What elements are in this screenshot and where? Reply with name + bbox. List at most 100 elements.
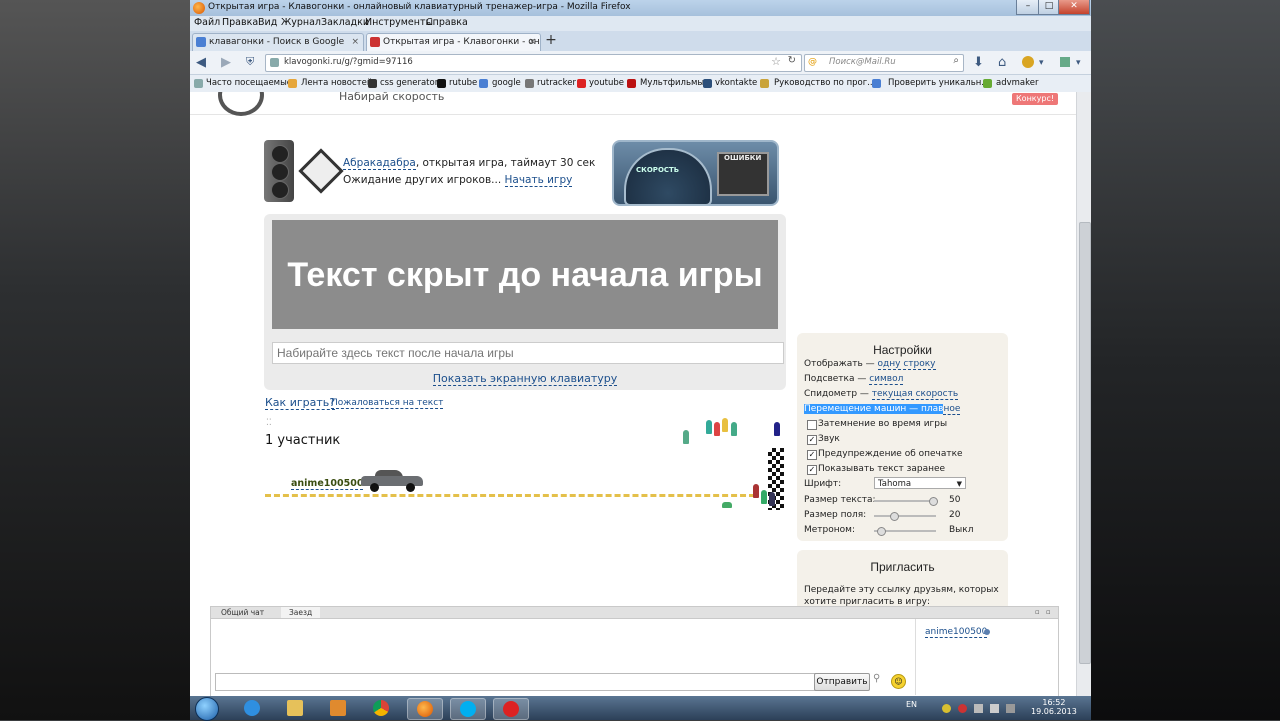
- metronome-slider[interactable]: [874, 527, 936, 536]
- how-to-play-link[interactable]: Как играть?: [265, 396, 336, 410]
- bookmark-news-feed[interactable]: Лента новостей: [301, 78, 372, 88]
- typo-warning-checkbox[interactable]: ✓: [807, 450, 817, 460]
- tab-klavogonki[interactable]: Открытая игра - Клавогонки - онла... ×: [366, 33, 541, 51]
- slider-knob[interactable]: [889, 512, 899, 521]
- text-size-slider[interactable]: [874, 497, 938, 506]
- tab-google-search[interactable]: клавагонки - Поиск в Google ×: [192, 33, 364, 51]
- recorder-taskbar-icon[interactable]: [493, 698, 529, 720]
- site-slogan: Набирай скорость: [339, 92, 445, 103]
- bookmark-rutube[interactable]: rutube: [449, 78, 477, 88]
- bookmark-youtube[interactable]: youtube: [589, 78, 624, 88]
- addon-menu-icon[interactable]: ▾: [1039, 58, 1044, 68]
- close-window-button[interactable]: ✕: [1058, 0, 1090, 15]
- player-name-link[interactable]: anime100500: [291, 478, 364, 490]
- bookmark-advmaker[interactable]: advmaker: [996, 78, 1038, 88]
- menu-history[interactable]: Журнал: [281, 17, 321, 28]
- tray-flag-icon[interactable]: [1006, 704, 1015, 713]
- page-scrollbar[interactable]: [1076, 92, 1091, 696]
- search-icon[interactable]: ⌕: [953, 55, 959, 66]
- language-indicator[interactable]: EN: [906, 700, 917, 709]
- site-logo-icon[interactable]: [218, 92, 264, 116]
- bookmark-most-visited[interactable]: Часто посещаемые: [206, 78, 292, 88]
- skype-taskbar-icon[interactable]: [450, 698, 486, 720]
- chat-minimize-icon[interactable]: ▫: [1035, 608, 1040, 616]
- bookmark-vkontakte[interactable]: vkontakte: [715, 78, 757, 88]
- game-type-link[interactable]: Абракадабра: [343, 157, 416, 170]
- show-keyboard-link[interactable]: Показать экранную клавиатуру: [432, 372, 618, 386]
- minimize-button[interactable]: –: [1016, 0, 1040, 15]
- maximize-button[interactable]: □: [1038, 0, 1060, 15]
- speedometer-mode-link[interactable]: текущая скорость: [871, 389, 959, 400]
- addon-gear-icon[interactable]: [1022, 56, 1034, 68]
- tray-recorder-icon[interactable]: [958, 704, 967, 713]
- smiley-icon[interactable]: ☺: [891, 674, 906, 689]
- complain-text-link[interactable]: Пожаловаться на текст: [331, 398, 444, 409]
- chat-close-icon[interactable]: ▫: [1046, 608, 1051, 616]
- field-size-slider[interactable]: [874, 512, 936, 521]
- chat-input[interactable]: [215, 673, 817, 691]
- slider-knob[interactable]: [928, 497, 938, 506]
- bookmark-cartoons[interactable]: Мультфильмы: [640, 78, 704, 88]
- chat-user-link[interactable]: anime100500: [925, 627, 988, 638]
- download-icon[interactable]: ⬇: [973, 55, 984, 70]
- bookmark-programming-guide[interactable]: Руководство по прог...: [774, 78, 875, 88]
- menu-bookmarks[interactable]: Закладки: [321, 17, 369, 28]
- show-text-checkbox[interactable]: ✓: [807, 465, 817, 475]
- send-button[interactable]: Отправить: [814, 673, 870, 691]
- tray-app-icon[interactable]: [942, 704, 951, 713]
- menu-tools[interactable]: Инструменты: [365, 17, 433, 28]
- menu-file[interactable]: Файл: [194, 17, 220, 28]
- display-mode-link[interactable]: одну строку: [877, 359, 936, 370]
- forward-button[interactable]: ▶: [221, 55, 231, 70]
- menu-help[interactable]: Справка: [426, 17, 468, 28]
- slider-knob[interactable]: [877, 527, 887, 536]
- bookmark-rutracker[interactable]: rutracker: [537, 78, 576, 88]
- chrome-taskbar-icon[interactable]: [364, 698, 398, 718]
- user-info-icon[interactable]: [984, 629, 990, 635]
- filter-icon[interactable]: ⚲: [873, 673, 887, 689]
- toolbar-menu-icon[interactable]: ▾: [1076, 58, 1081, 68]
- game-status-text: , открытая игра, таймаут 30 сек: [415, 157, 596, 169]
- start-button[interactable]: [195, 697, 219, 721]
- back-button[interactable]: ◀: [196, 55, 206, 70]
- start-game-link[interactable]: Начать игру: [504, 174, 573, 187]
- window-title: Открытая игра - Клавогонки - онлайновый …: [208, 2, 631, 12]
- menu-edit[interactable]: Правка: [222, 17, 258, 28]
- errors-label: ОШИБКИ: [724, 154, 762, 162]
- tab-close-icon[interactable]: ×: [528, 34, 536, 51]
- ie-taskbar-icon[interactable]: [235, 698, 269, 718]
- tray-volume-icon[interactable]: [990, 704, 999, 713]
- tab-race-chat[interactable]: Заезд: [281, 607, 321, 618]
- shield-icon: [872, 79, 881, 88]
- highlight-mode-link[interactable]: символ: [869, 374, 904, 385]
- firefox-taskbar-icon[interactable]: [407, 698, 443, 720]
- contest-button[interactable]: Конкурс!: [1012, 93, 1059, 105]
- typing-input[interactable]: [272, 342, 784, 364]
- identity-icon[interactable]: ⛨: [246, 55, 254, 69]
- firefox-window: Открытая игра - Клавогонки - онлайновый …: [190, 0, 1091, 696]
- menu-view[interactable]: Вид: [258, 17, 277, 28]
- address-bar[interactable]: klavogonki.ru/g/?gmid=97116 ☆ ↻: [265, 54, 802, 72]
- tab-close-icon[interactable]: ×: [351, 34, 359, 51]
- tray-network-icon[interactable]: [974, 704, 983, 713]
- bookmark-google[interactable]: google: [492, 78, 521, 88]
- bookmark-star-icon[interactable]: ☆: [771, 55, 781, 68]
- sound-checkbox[interactable]: ✓: [807, 435, 817, 445]
- taskbar-clock[interactable]: 16:52 19.06.2013: [1031, 698, 1077, 716]
- font-select[interactable]: Tahoma ▼: [874, 477, 966, 489]
- addon-icon[interactable]: [1060, 57, 1070, 67]
- media-player-taskbar-icon[interactable]: [321, 698, 355, 718]
- tab-general-chat[interactable]: Общий чат: [213, 607, 272, 618]
- car-movement-link[interactable]: ное: [943, 404, 961, 415]
- bookmark-uniqueness-check[interactable]: Проверить уникальн...: [888, 78, 989, 88]
- navigation-bar: ◀ ▶ ⛨ klavogonki.ru/g/?gmid=97116 ☆ ↻ @ …: [190, 51, 1091, 75]
- bookmark-css-generator[interactable]: css generator: [380, 78, 438, 88]
- home-icon[interactable]: ⌂: [998, 55, 1006, 70]
- explorer-taskbar-icon[interactable]: [278, 698, 312, 718]
- reload-icon[interactable]: ↻: [788, 55, 796, 66]
- search-box[interactable]: @ Поиск@Mail.Ru ⌕: [804, 54, 964, 72]
- scrollbar-thumb[interactable]: [1079, 222, 1091, 664]
- tab-bar: клавагонки - Поиск в Google × Открытая и…: [190, 31, 1091, 52]
- new-tab-button[interactable]: +: [543, 33, 559, 49]
- dim-checkbox[interactable]: [807, 420, 817, 430]
